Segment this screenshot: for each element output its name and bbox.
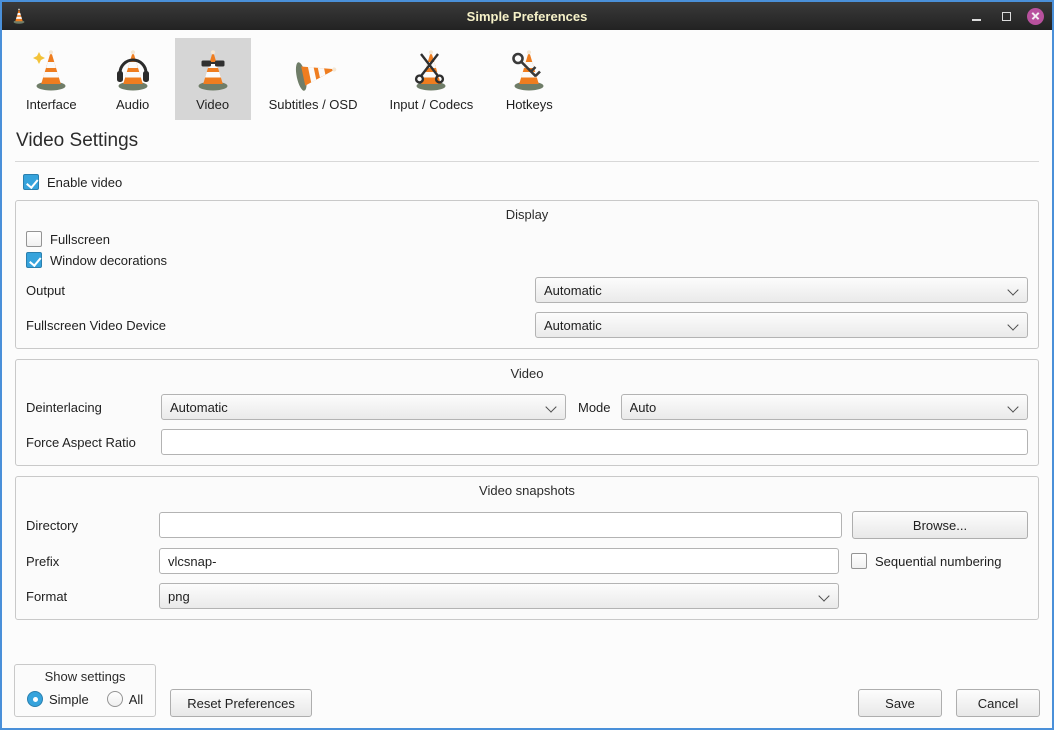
minimize-button[interactable] bbox=[967, 7, 985, 25]
titlebar[interactable]: Simple Preferences bbox=[2, 2, 1052, 30]
window-decorations-checkbox[interactable] bbox=[26, 252, 42, 268]
audio-headphones-cone-icon bbox=[109, 46, 157, 94]
format-label: Format bbox=[26, 589, 159, 604]
output-select-value: Automatic bbox=[544, 283, 602, 298]
tab-label-audio: Audio bbox=[116, 97, 149, 112]
directory-input[interactable] bbox=[159, 512, 842, 538]
interface-cone-icon bbox=[27, 46, 75, 94]
prefix-input[interactable] bbox=[159, 548, 839, 574]
preferences-window: Simple Preferences Interface bbox=[0, 0, 1054, 730]
output-select[interactable]: Automatic bbox=[535, 277, 1028, 303]
enable-video-row: Enable video bbox=[23, 174, 1039, 190]
window-decorations-row: Window decorations bbox=[26, 252, 1028, 268]
directory-label: Directory bbox=[26, 518, 159, 533]
deinterlacing-row: Deinterlacing Automatic Mode Auto bbox=[26, 394, 1028, 420]
tab-audio[interactable]: Audio bbox=[95, 38, 171, 120]
video-snapshots-group-title: Video snapshots bbox=[26, 481, 1028, 502]
window-title: Simple Preferences bbox=[2, 9, 1052, 24]
subtitles-fallen-cone-icon bbox=[289, 46, 337, 94]
format-select[interactable]: png bbox=[159, 583, 839, 609]
video-group: Video Deinterlacing Automatic Mode Auto … bbox=[15, 359, 1039, 466]
category-toolbar: Interface Audio Video Subt bbox=[2, 30, 1052, 120]
page-title: Video Settings bbox=[16, 130, 1039, 152]
fullscreen-checkbox[interactable] bbox=[26, 231, 42, 247]
enable-video-label: Enable video bbox=[47, 175, 122, 190]
show-settings-options: Simple All bbox=[27, 691, 143, 707]
fullscreen-video-device-select[interactable]: Automatic bbox=[535, 312, 1028, 338]
deinterlacing-label: Deinterlacing bbox=[26, 400, 161, 415]
restore-icon bbox=[1002, 12, 1011, 21]
tab-input-codecs[interactable]: Input / Codecs bbox=[375, 38, 487, 120]
cancel-button[interactable]: Cancel bbox=[956, 689, 1040, 717]
display-group: Display Fullscreen Window decorations Ou… bbox=[15, 200, 1039, 349]
video-snapshots-group: Video snapshots Directory Browse... Pref… bbox=[15, 476, 1039, 620]
sequential-numbering-checkbox[interactable] bbox=[851, 553, 867, 569]
output-label: Output bbox=[26, 283, 65, 298]
tab-video[interactable]: Video bbox=[175, 38, 251, 120]
fullscreen-label: Fullscreen bbox=[50, 232, 110, 247]
tab-subtitles-osd[interactable]: Subtitles / OSD bbox=[255, 38, 372, 120]
restore-button[interactable] bbox=[997, 7, 1015, 25]
window-controls bbox=[967, 7, 1044, 25]
directory-row: Directory Browse... bbox=[26, 511, 1028, 539]
settings-panel: Video Settings Enable video Display Full… bbox=[2, 120, 1052, 664]
fullscreen-video-device-select-value: Automatic bbox=[544, 318, 602, 333]
force-aspect-ratio-label: Force Aspect Ratio bbox=[26, 435, 161, 450]
video-cone-icon bbox=[189, 46, 237, 94]
deinterlacing-select-value: Automatic bbox=[170, 400, 228, 415]
output-row: Output Automatic bbox=[26, 277, 1028, 303]
mode-select[interactable]: Auto bbox=[621, 394, 1028, 420]
tab-interface[interactable]: Interface bbox=[12, 38, 91, 120]
prefix-label: Prefix bbox=[26, 554, 159, 569]
simple-radio[interactable] bbox=[27, 691, 43, 707]
simple-radio-label: Simple bbox=[49, 692, 89, 707]
window-decorations-label: Window decorations bbox=[50, 253, 167, 268]
fullscreen-video-device-label: Fullscreen Video Device bbox=[26, 318, 166, 333]
prefix-row: Prefix Sequential numbering bbox=[26, 548, 1028, 574]
fullscreen-video-device-row: Fullscreen Video Device Automatic bbox=[26, 312, 1028, 338]
hotkeys-key-cone-icon bbox=[505, 46, 553, 94]
tab-label-interface: Interface bbox=[26, 97, 77, 112]
mode-select-value: Auto bbox=[630, 400, 657, 415]
sequential-numbering-label: Sequential numbering bbox=[875, 554, 1001, 569]
format-row: Format png bbox=[26, 583, 1028, 609]
title-divider bbox=[15, 161, 1039, 162]
tab-hotkeys[interactable]: Hotkeys bbox=[491, 38, 567, 120]
force-aspect-ratio-row: Force Aspect Ratio bbox=[26, 429, 1028, 455]
deinterlacing-select[interactable]: Automatic bbox=[161, 394, 566, 420]
show-settings-group: Show settings Simple All bbox=[14, 664, 156, 717]
tab-label-hotkeys: Hotkeys bbox=[506, 97, 553, 112]
force-aspect-ratio-input[interactable] bbox=[161, 429, 1028, 455]
display-group-title: Display bbox=[26, 205, 1028, 226]
footer: Show settings Simple All Reset Preferenc… bbox=[2, 664, 1052, 728]
video-group-title: Video bbox=[26, 364, 1028, 385]
reset-preferences-button[interactable]: Reset Preferences bbox=[170, 689, 312, 717]
tab-label-input-codecs: Input / Codecs bbox=[389, 97, 473, 112]
input-codecs-scissors-cone-icon bbox=[407, 46, 455, 94]
all-radio-label: All bbox=[129, 692, 143, 707]
enable-video-checkbox[interactable] bbox=[23, 174, 39, 190]
tab-label-video: Video bbox=[196, 97, 229, 112]
minimize-icon bbox=[972, 19, 981, 21]
close-button[interactable] bbox=[1027, 8, 1044, 25]
browse-button[interactable]: Browse... bbox=[852, 511, 1028, 539]
all-radio[interactable] bbox=[107, 691, 123, 707]
sequential-numbering-row: Sequential numbering bbox=[851, 553, 1001, 569]
show-settings-title: Show settings bbox=[27, 667, 143, 691]
save-button[interactable]: Save bbox=[858, 689, 942, 717]
format-select-value: png bbox=[168, 589, 190, 604]
fullscreen-row: Fullscreen bbox=[26, 231, 1028, 247]
mode-label: Mode bbox=[578, 400, 611, 415]
tab-label-subtitles: Subtitles / OSD bbox=[269, 97, 358, 112]
